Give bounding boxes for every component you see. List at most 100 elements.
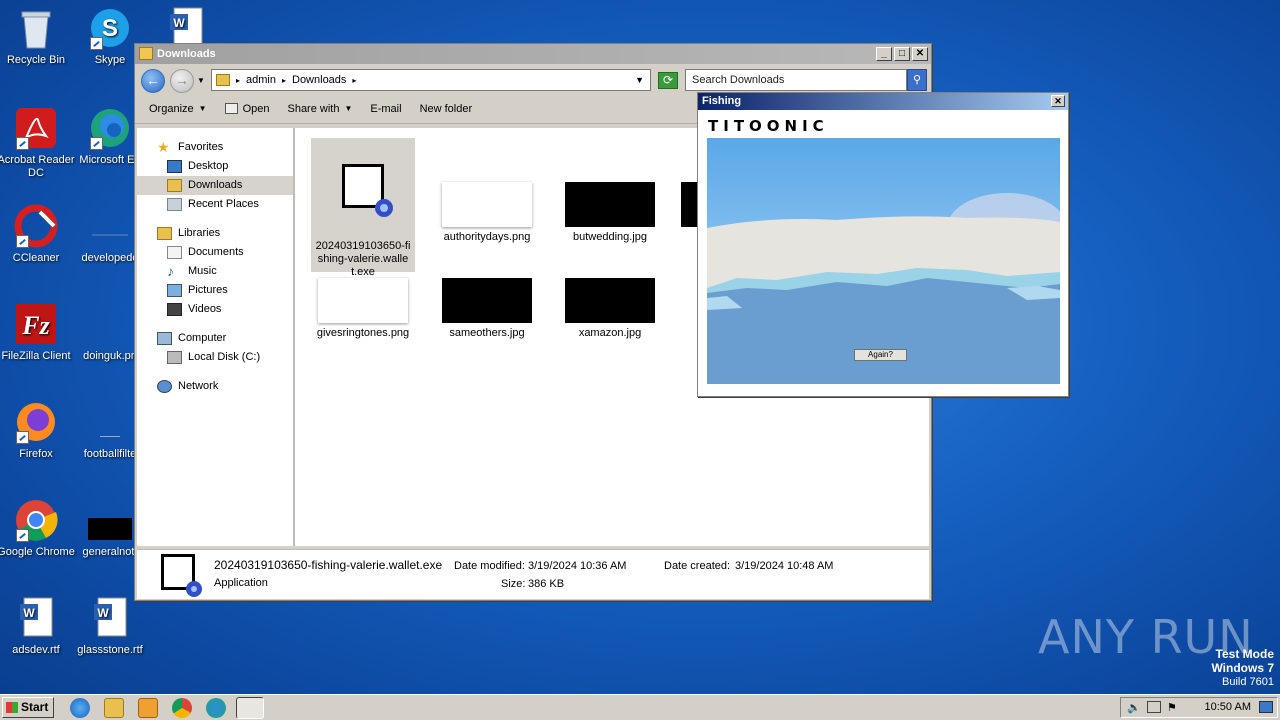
desktop-icon-label: FileZilla Client <box>1 350 71 362</box>
file-name: butwedding.jpg <box>572 231 647 243</box>
internet-explorer-icon[interactable] <box>70 698 90 718</box>
start-button[interactable]: Start <box>2 697 54 718</box>
details-type: Application <box>214 577 268 589</box>
share-with-button[interactable]: Share with ▼ <box>287 103 352 115</box>
documents-icon <box>167 246 182 259</box>
nav-favorites[interactable]: ★ Favorites <box>137 138 293 157</box>
fishing-titlebar[interactable]: Fishing ✕ <box>698 93 1068 110</box>
organize-button[interactable]: Organize ▼ <box>149 103 207 115</box>
image-thumbnail <box>565 278 655 323</box>
forward-button[interactable]: → <box>170 69 194 93</box>
open-button[interactable]: Open <box>224 103 269 115</box>
flag-tray-icon[interactable]: ⚑ <box>1167 701 1177 714</box>
file-item[interactable]: sameothers.jpg <box>435 278 539 340</box>
chevron-down-icon: ▼ <box>198 104 207 113</box>
new-folder-button[interactable]: New folder <box>420 103 473 115</box>
search-input[interactable]: Search Downloads <box>685 69 907 91</box>
desktop-icon-filezilla[interactable]: Fz FileZilla Client <box>0 302 76 363</box>
file-thumbnail-icon <box>88 400 132 444</box>
nav-libraries[interactable]: Libraries <box>137 224 293 243</box>
navigation-pane[interactable]: ★ Favorites Desktop Downloads Recent Plac… <box>137 128 295 546</box>
brand-logo: TITOONIC <box>708 117 829 135</box>
desktop-icon-ccleaner[interactable]: CCleaner <box>0 204 76 265</box>
nav-desktop[interactable]: Desktop <box>137 157 293 176</box>
windows-flag-icon <box>6 702 18 713</box>
start-label: Start <box>21 700 49 714</box>
address-row: ← → ▼ ▸ admin ▸ Downloads ▸ ▼ ⟳ Search D… <box>135 64 931 94</box>
videos-icon <box>167 303 182 316</box>
chevron-right-icon: ▸ <box>281 75 286 85</box>
desktop-icon-chrome[interactable]: Google Chrome <box>0 498 76 559</box>
recent-pages-chevron-icon[interactable]: ▼ <box>197 76 205 85</box>
pictures-icon <box>167 284 182 297</box>
file-item[interactable]: butwedding.jpg <box>558 182 662 244</box>
nav-pictures[interactable]: Pictures <box>137 281 293 300</box>
speaker-icon[interactable]: 🔈 <box>1127 701 1141 714</box>
media-player-icon[interactable] <box>138 698 158 718</box>
file-item[interactable]: authoritydays.png <box>435 182 539 244</box>
file-item[interactable]: xamazon.jpg <box>558 278 662 340</box>
chevron-right-icon: ▸ <box>236 75 241 85</box>
svg-text:W: W <box>97 606 109 620</box>
file-name: 20240319103650-fishing-valerie.wallet.ex… <box>315 240 411 278</box>
fishing-app-taskbar-icon[interactable] <box>236 697 264 719</box>
nav-computer[interactable]: Computer <box>137 329 293 348</box>
desktop-icon-label: Google Chrome <box>0 546 75 558</box>
chevron-right-icon: ▸ <box>352 75 357 85</box>
search-icon[interactable]: ⚲ <box>907 69 927 91</box>
again-button[interactable]: Again? <box>854 349 907 361</box>
email-button[interactable]: E-mail <box>370 103 401 115</box>
watermark-line: Windows 7 <box>1211 661 1274 675</box>
image-thumbnail <box>442 182 532 227</box>
desktop-icon-label: Firefox <box>19 448 53 460</box>
nav-label: Pictures <box>188 284 228 296</box>
chrome-taskbar-icon[interactable] <box>172 698 192 718</box>
desktop-icon-label: CCleaner <box>12 252 60 264</box>
nav-downloads[interactable]: Downloads <box>137 176 293 195</box>
nav-label: Desktop <box>188 160 229 172</box>
nav-label: Downloads <box>188 179 243 191</box>
refresh-button[interactable]: ⟳ <box>658 72 678 89</box>
file-thumbnail-icon <box>88 302 132 346</box>
file-explorer-icon[interactable] <box>104 698 124 718</box>
network-tray-icon[interactable] <box>1147 701 1161 713</box>
image-thumbnail <box>442 278 532 323</box>
show-desktop-icon[interactable] <box>1259 701 1273 713</box>
edge-taskbar-icon[interactable] <box>206 698 226 718</box>
address-bar[interactable]: ▸ admin ▸ Downloads ▸ ▼ <box>211 69 651 91</box>
details-modified-value: 3/19/2024 10:36 AM <box>528 560 627 572</box>
close-button[interactable]: ✕ <box>912 47 928 61</box>
nav-recent-places[interactable]: Recent Places <box>137 195 293 214</box>
back-button[interactable]: ← <box>141 69 165 93</box>
svg-text:S: S <box>102 15 118 42</box>
nav-videos[interactable]: Videos <box>137 300 293 319</box>
address-dropdown-icon[interactable]: ▼ <box>635 75 644 85</box>
nav-label: Libraries <box>178 227 221 239</box>
nav-local-disk[interactable]: Local Disk (C:) <box>137 348 293 367</box>
desktop-icon-acrobat[interactable]: Acrobat Reader DC <box>0 106 76 180</box>
details-pane: 20240319103650-fishing-valerie.wallet.ex… <box>137 549 929 599</box>
maximize-button[interactable]: □ <box>894 47 910 61</box>
explorer-titlebar[interactable]: Downloads _ □ ✕ <box>135 44 931 64</box>
network-icon <box>157 380 172 393</box>
desktop-icon-adsdev[interactable]: W adsdev.rtf <box>0 596 76 657</box>
word-document-icon: W <box>88 596 132 640</box>
microsoft-edge-icon <box>88 106 132 150</box>
minimize-button[interactable]: _ <box>876 47 892 61</box>
desktop-icon-glassstone[interactable]: W glassstone.rtf <box>70 596 150 657</box>
desktop-icon-recycle-bin[interactable]: Recycle Bin <box>0 6 76 67</box>
nav-music[interactable]: ♪ Music <box>137 262 293 281</box>
nav-documents[interactable]: Documents <box>137 243 293 262</box>
clock[interactable]: 10:50 AM <box>1205 701 1251 713</box>
nav-network[interactable]: Network <box>137 377 293 396</box>
file-item-exe[interactable]: 20240319103650-fishing-valerie.wallet.ex… <box>311 138 415 278</box>
new-folder-label: New folder <box>419 102 473 115</box>
breadcrumb-downloads[interactable]: Downloads <box>292 74 346 86</box>
details-size-label: Size: <box>501 578 526 590</box>
close-button[interactable]: ✕ <box>1051 95 1065 107</box>
file-thumbnail-icon <box>88 498 132 542</box>
game-scene[interactable]: Again? <box>707 138 1060 384</box>
breadcrumb-admin[interactable]: admin <box>246 74 276 86</box>
desktop-icon-firefox[interactable]: Firefox <box>0 400 76 461</box>
file-item[interactable]: givesringtones.png <box>311 278 415 340</box>
